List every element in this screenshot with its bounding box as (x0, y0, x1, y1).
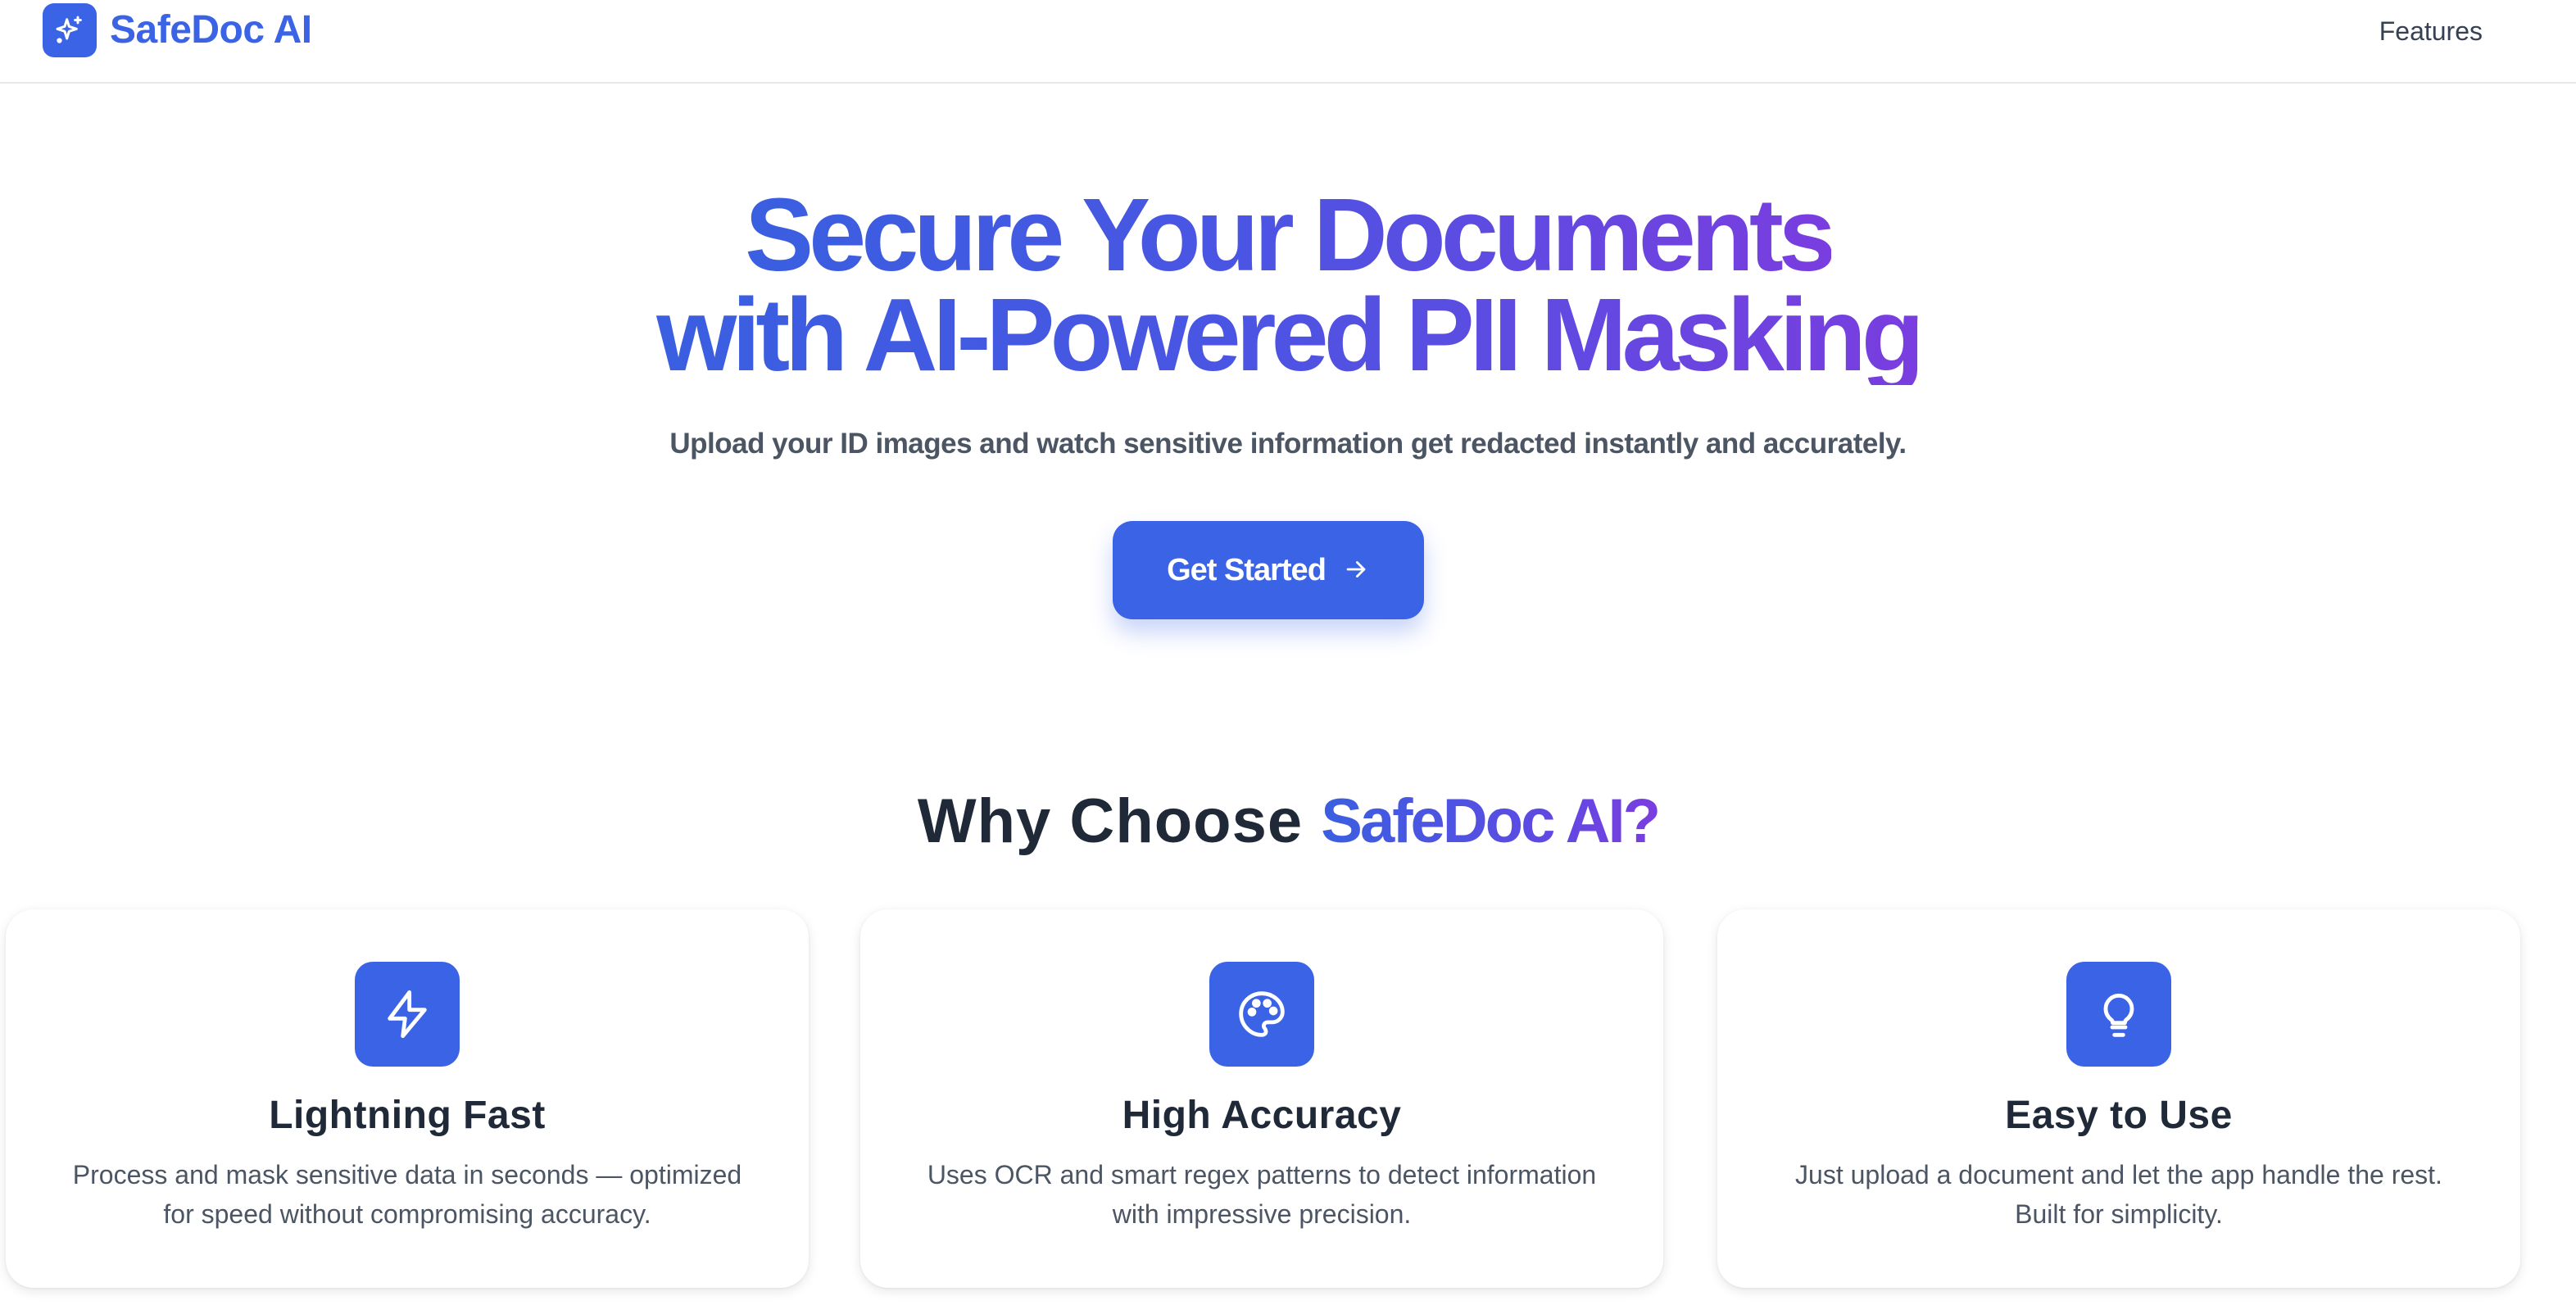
arrow-right-icon (1342, 555, 1370, 586)
feature-card-title: Easy to Use (2005, 1094, 2233, 1137)
hero-title-line-2: with AI-Powered PII Masking (656, 277, 1925, 392)
hero-title-line-1: Secure Your Documents (745, 177, 1836, 292)
nav-link-features[interactable]: Features (2379, 15, 2483, 48)
why-choose-heading-prefix: Why Choose (917, 786, 1322, 856)
get-started-button[interactable]: Get Started (1113, 521, 1424, 619)
feature-card-high-accuracy: High Accuracy Uses OCR and smart regex p… (860, 909, 1663, 1288)
feature-card-description: Uses OCR and smart regex patterns to det… (927, 1160, 1597, 1229)
why-choose-heading-accent: SafeDoc AI? (1321, 786, 1661, 856)
palette-icon (1209, 962, 1314, 1067)
sparkles-icon (43, 3, 97, 57)
hero-title: Secure Your Documents with AI-Powered PI… (0, 177, 2576, 392)
feature-card-title: Lightning Fast (269, 1094, 546, 1137)
why-choose-heading: Why Choose SafeDoc AI? (0, 785, 2576, 859)
lightbulb-icon (2066, 962, 2171, 1067)
top-nav-bar: SafeDoc AI Features (0, 0, 2576, 84)
feature-card-easy-to-use: Easy to Use Just upload a document and l… (1717, 909, 2520, 1288)
feature-card-lightning-fast: Lightning Fast Process and mask sensitiv… (6, 909, 809, 1288)
feature-card-title: High Accuracy (1122, 1094, 1402, 1137)
feature-card-description: Just upload a document and let the app h… (1795, 1160, 2442, 1229)
brand-name: SafeDoc AI (110, 8, 312, 52)
brand-logo-link[interactable]: SafeDoc AI (43, 3, 312, 57)
feature-card-description: Process and mask sensitive data in secon… (72, 1160, 742, 1229)
hero-subtitle: Upload your ID images and watch sensitiv… (669, 428, 1907, 460)
get-started-label: Get Started (1167, 552, 1327, 587)
lightning-bolt-icon (355, 962, 460, 1067)
